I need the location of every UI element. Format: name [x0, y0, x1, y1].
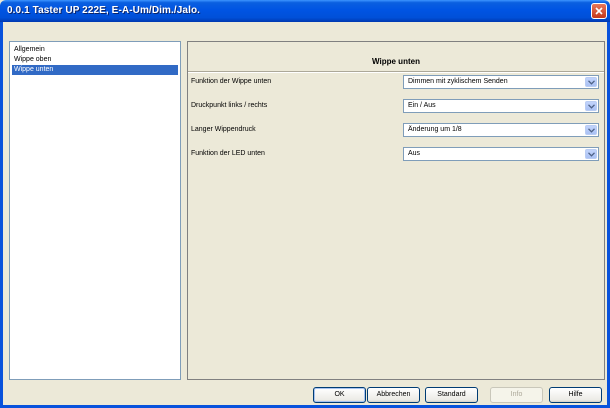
param-label-funktion-wippe: Funktion der Wippe unten	[191, 78, 272, 85]
window-frame-left	[0, 22, 3, 408]
param-label-funktion-led: Funktion der LED unten	[191, 150, 265, 157]
param-label-druckpunkt: Druckpunkt links / rechts	[191, 102, 268, 109]
nav-item-allgemein[interactable]: Allgemein	[12, 45, 47, 55]
chevron-down-icon	[588, 104, 595, 109]
abbrechen-button[interactable]: Abbrechen	[367, 387, 420, 403]
parameter-tree[interactable]: Allgemein Wippe oben Wippe unten	[9, 41, 181, 380]
panel-divider	[188, 71, 604, 73]
param-label-langer-wippendruck: Langer Wippendruck	[191, 126, 256, 133]
nav-item-wippe-oben[interactable]: Wippe oben	[12, 55, 53, 65]
langer-wippendruck-select[interactable]: Änderung um 1/8	[403, 123, 599, 137]
parameter-panel: Wippe unten Funktion der Wippe unten Dim…	[187, 41, 605, 380]
dropdown-button[interactable]	[585, 101, 597, 111]
funktion-wippe-select[interactable]: Dimmen mit zyklischem Senden	[403, 75, 599, 89]
window-title: 0.0.1 Taster UP 222E, E-A-Um/Dim./Jalo.	[7, 5, 201, 16]
chevron-down-icon	[588, 128, 595, 133]
info-button[interactable]: Info	[490, 387, 543, 403]
hilfe-button[interactable]: Hilfe	[549, 387, 602, 403]
select-value: Änderung um 1/8	[408, 126, 462, 133]
dropdown-button[interactable]	[585, 149, 597, 159]
dropdown-button[interactable]	[585, 125, 597, 135]
select-value: Dimmen mit zyklischem Senden	[408, 78, 508, 85]
standard-button[interactable]: Standard	[425, 387, 478, 403]
chevron-down-icon	[588, 80, 595, 85]
select-value: Aus	[408, 150, 421, 157]
select-value: Ein / Aus	[408, 102, 436, 109]
chevron-down-icon	[588, 152, 595, 157]
title-bar[interactable]: 0.0.1 Taster UP 222E, E-A-Um/Dim./Jalo.	[0, 0, 610, 22]
close-icon	[595, 7, 603, 15]
dropdown-button[interactable]	[585, 77, 597, 87]
panel-title: Wippe unten	[372, 57, 420, 66]
druckpunkt-select[interactable]: Ein / Aus	[403, 99, 599, 113]
close-button[interactable]	[591, 3, 607, 19]
funktion-led-select[interactable]: Aus	[403, 147, 599, 161]
ok-button[interactable]: OK	[313, 387, 366, 403]
nav-item-wippe-unten[interactable]: Wippe unten	[12, 65, 178, 75]
